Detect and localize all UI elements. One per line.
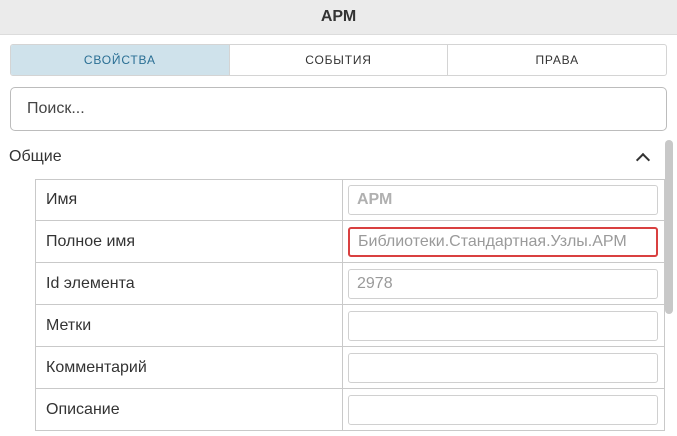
property-label: Комментарий [35,347,342,389]
tab-bar: СВОЙСТВА СОБЫТИЯ ПРАВА [10,44,667,76]
property-label: Имя [35,179,342,221]
property-row-tags: Метки [35,305,665,347]
tab-events[interactable]: СОБЫТИЯ [228,45,448,75]
description-field[interactable] [348,394,658,425]
property-row-comment: Комментарий [35,347,665,389]
section-general-header[interactable]: Общие [0,142,660,172]
property-label: Полное имя [35,221,342,263]
comment-field[interactable] [348,352,658,383]
full-name-field[interactable]: Библиотеки.Стандартная.Узлы.АРМ [348,226,658,257]
section-title: Общие [9,148,62,165]
element-id-field[interactable]: 2978 [348,268,658,299]
property-label: Id элемента [35,263,342,305]
property-row-name: Имя АРМ [35,179,665,221]
tags-field[interactable] [348,310,658,341]
property-row-description: Описание [35,389,665,431]
search-input[interactable] [10,87,667,131]
tab-rights[interactable]: ПРАВА [447,45,666,75]
tab-properties[interactable]: СВОЙСТВА [11,45,229,75]
property-label: Метки [35,305,342,347]
properties-table: Имя АРМ Полное имя Библиотеки.Стандартна… [35,179,665,431]
chevron-up-icon[interactable] [635,152,651,168]
property-label: Описание [35,389,342,431]
window-title: АРМ [0,0,677,35]
scrollbar-thumb[interactable] [665,140,673,314]
property-row-element-id: Id элемента 2978 [35,263,665,305]
name-field[interactable]: АРМ [348,185,658,215]
property-row-full-name: Полное имя Библиотеки.Стандартная.Узлы.А… [35,221,665,263]
